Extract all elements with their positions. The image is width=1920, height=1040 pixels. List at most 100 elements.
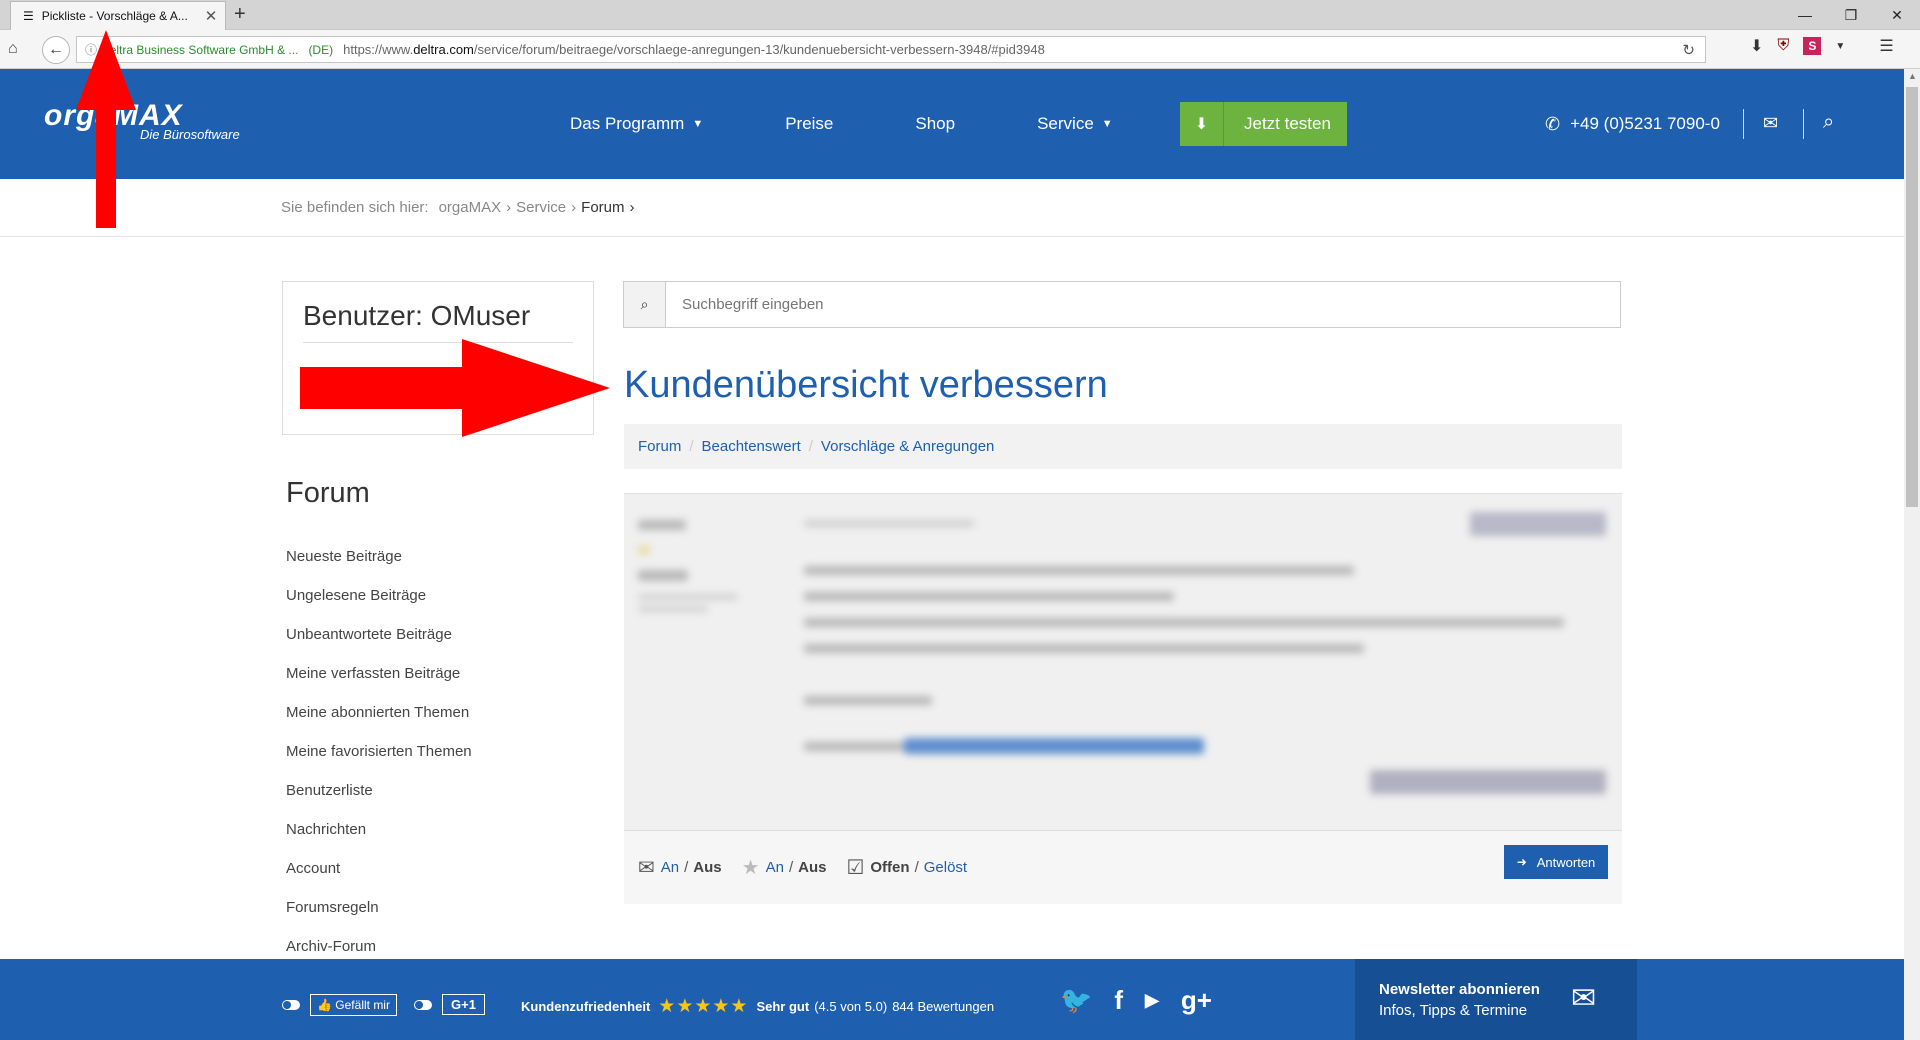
nav-shop[interactable]: Shop [915,114,955,134]
favorite-off-label[interactable]: Aus [798,859,826,876]
separator: / [689,438,694,455]
url-country: (DE) [308,42,334,57]
page-icon: ☰ [23,9,34,23]
status-solved-link[interactable]: Gelöst [924,859,967,876]
rating-value: (4.5 von 5.0) [814,999,888,1014]
facebook-like: 👍 Gefällt mir [282,994,397,1016]
url-text: https://www.deltra.com/service/forum/bei… [343,42,1045,57]
forum-crumb[interactable]: Beachtenswert [702,438,801,455]
sidebar-item-benutzerliste[interactable]: Benutzerliste [286,778,472,817]
forum-crumb[interactable]: Forum [638,438,681,455]
caret-down-icon: ▼ [692,118,704,130]
breadcrumb-prefix: Sie befinden sich hier: [281,199,429,216]
forum-crumb[interactable]: Vorschläge & Anregungen [821,438,994,455]
gplus-button[interactable]: G+1 [442,994,485,1015]
google-plus-icon[interactable]: g+ [1181,985,1212,1016]
extension-icon[interactable]: S [1803,37,1822,55]
sidebar-item-account[interactable]: Account [286,856,472,895]
post-blurred [624,493,1622,830]
separator: / [684,859,689,876]
minimize-icon[interactable]: — [1782,0,1828,30]
forum-breadcrumb: Forum / Beachtenswert / Vorschläge & Anr… [624,424,1622,469]
phone-icon: ✆ [1545,113,1561,134]
browser-tab[interactable]: ☰ Pickliste - Vorschläge & A... ✕ [10,1,226,30]
home-icon[interactable]: ⌂ [8,40,18,58]
favorite-on-link[interactable]: An [766,859,784,876]
dropdown-icon[interactable]: ▼ [1835,41,1845,52]
download-icon: ⬇ [1180,102,1224,146]
breadcrumb-item[interactable]: orgaMAX [439,199,502,216]
main-nav: Das Programm ▼ Preise Shop Service ▼ [570,69,1195,179]
search-icon[interactable]: ⌕ [1823,111,1834,134]
sidebar-item-verfasste[interactable]: Meine verfassten Beiträge [286,661,472,700]
customer-rating: Kundenzufriedenheit ★★★★★ Sehr gut (4.5 … [521,995,994,1018]
nav-label: Service [1037,114,1094,133]
toggle-switch[interactable] [282,1000,300,1010]
rating-text: Sehr gut [756,999,810,1014]
restore-icon[interactable]: ❐ [1828,0,1874,30]
close-window-icon[interactable]: ✕ [1874,0,1920,30]
tab-title: Pickliste - Vorschläge & A... [41,9,188,23]
forum-search: ⌕ [623,281,1621,328]
scrollbar[interactable]: ▲ [1904,69,1920,1040]
close-tab-icon[interactable]: ✕ [205,7,218,25]
mail-icon[interactable]: ✉ [1763,113,1778,134]
separator: / [914,859,919,876]
url-domain: deltra.com [413,42,474,57]
sidebar-item-abonnierte[interactable]: Meine abonnierten Themen [286,700,472,739]
divider [1743,109,1744,139]
chevron-right-icon: › [571,199,577,216]
cta-label: Jetzt testen [1244,114,1331,133]
status-open-label[interactable]: Offen [870,859,909,876]
sidebar-item-favorisierte[interactable]: Meine favorisierten Themen [286,739,472,778]
sidebar-item-forumsregeln[interactable]: Forumsregeln [286,895,472,934]
toggle-switch[interactable] [414,999,432,1010]
youtube-icon[interactable]: ▶ [1145,990,1159,1011]
search-input[interactable] [666,282,1620,327]
url-path: /service/forum/beitraege/vorschlaege-anr… [473,42,1045,57]
reload-icon[interactable]: ↻ [1682,41,1695,59]
scroll-up-icon[interactable]: ▲ [1908,71,1917,81]
back-icon[interactable]: ← [42,36,70,64]
breadcrumb-item[interactable]: Service [516,199,566,216]
nav-preise[interactable]: Preise [785,114,833,134]
jetzt-testen-button[interactable]: ⬇ Jetzt testen [1180,102,1347,146]
sidebar-item-ungelesene[interactable]: Ungelesene Beiträge [286,583,472,622]
sidebar-item-unbeantwortete[interactable]: Unbeantwortete Beiträge [286,622,472,661]
arrow-circle-icon: ➜ [1516,855,1527,869]
nav-service[interactable]: Service ▼ [1037,114,1113,134]
download-icon[interactable]: ⬇ [1750,36,1763,56]
rating-count: 844 Bewertungen [892,999,995,1014]
red-arrow-up [76,30,136,228]
nav-das-programm[interactable]: Das Programm ▼ [570,114,703,134]
facebook-icon[interactable]: f [1114,985,1123,1016]
newsletter-subtitle: Infos, Tipps & Termine [1379,1002,1528,1019]
newsletter-box[interactable]: Newsletter abonnieren Infos, Tipps & Ter… [1355,959,1637,1040]
notify-on-link[interactable]: An [661,859,679,876]
sidebar-title: Forum [286,477,370,509]
scroll-thumb[interactable] [1906,87,1918,507]
url-bar[interactable]: ⓘ deltra Business Software GmbH & ... (D… [76,36,1706,63]
separator: / [808,438,813,455]
sidebar-item-nachrichten[interactable]: Nachrichten [286,817,472,856]
new-tab-icon[interactable]: + [234,3,246,26]
browser-navbar: ⌂ ← ⓘ deltra Business Software GmbH & ..… [0,30,1920,69]
phone-number: +49 (0)5231 7090-0 [1570,114,1720,133]
menu-icon[interactable]: ☰ [1879,36,1893,56]
search-icon[interactable]: ⌕ [624,282,666,327]
twitter-icon[interactable]: 🐦 [1060,985,1092,1016]
like-button[interactable]: 👍 Gefällt mir [310,994,397,1016]
thumbs-up-icon: 👍 [317,998,332,1012]
reply-button[interactable]: ➜ Antworten [1504,845,1608,879]
sidebar-item-neueste[interactable]: Neueste Beiträge [286,544,472,583]
red-arrow-right [300,339,610,437]
phone-link[interactable]: ✆ +49 (0)5231 7090-0 [1545,103,1720,145]
nav-label: Das Programm [570,114,685,133]
toolbar-icons: ⬇ ⛨ S ▼ ☰ [1750,36,1894,56]
notify-off-label[interactable]: Aus [693,859,721,876]
ublock-icon[interactable]: ⛨ [1777,37,1789,55]
like-label: Gefällt mir [335,998,390,1012]
site-header: orgaMAX Die Bürosoftware Das Programm▼ P… [0,69,1904,179]
user-label: Benutzer: OMuser [303,300,531,331]
caret-down-icon: ▼ [1101,118,1113,130]
